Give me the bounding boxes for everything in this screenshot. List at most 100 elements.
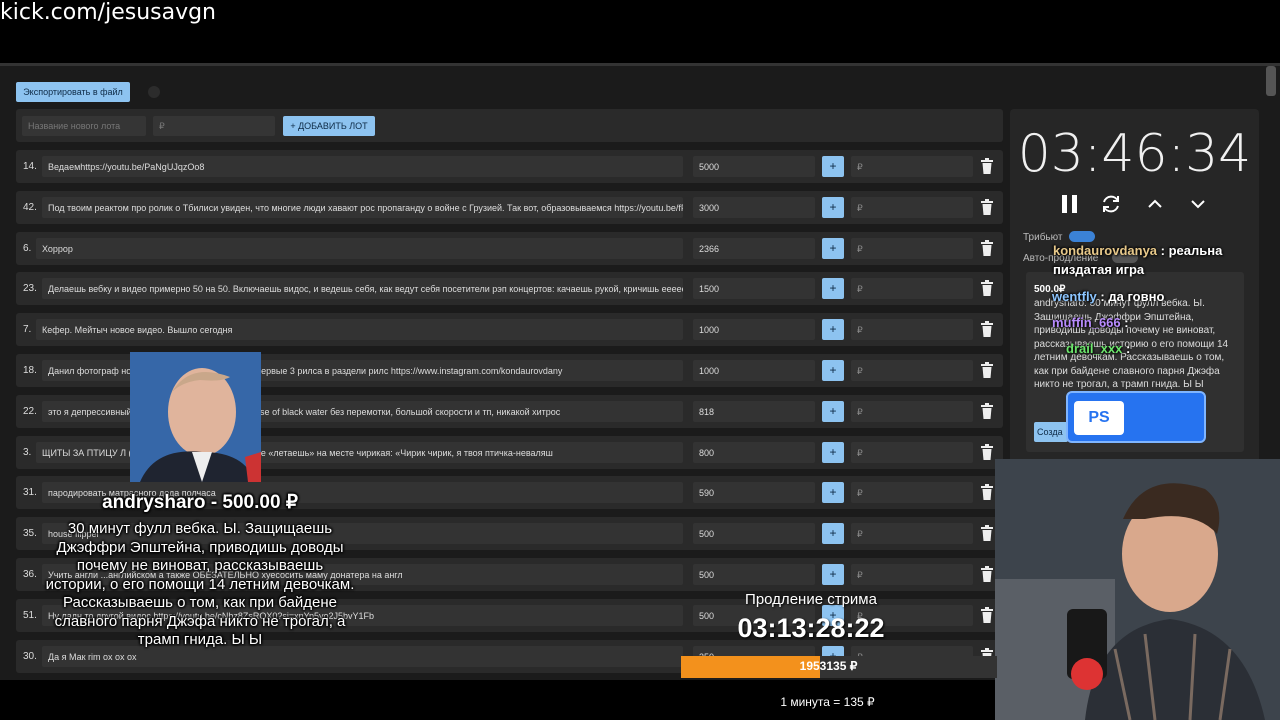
chat-message: drail_xxx : [1066,341,1130,356]
extension-label: Продление стрима [745,591,877,608]
trash-icon[interactable] [981,444,993,460]
webcam-feed [995,459,1280,720]
donation-alert: andrysharo - 500.00 ₽ 30 минут фулл вебк… [45,491,355,650]
chat-message: kondaurovdanya : реальна пиздатая игра [1053,241,1253,279]
lot-title-input[interactable]: Ведаемhttps://youtu.be/PaNgUJqzOo8 [42,156,683,177]
chat-text: : [1122,341,1131,356]
lot-number: 35. [23,528,37,539]
new-lot-amount-input[interactable]: ₽ [153,116,275,136]
lot-amount-input[interactable]: 800 [693,442,815,463]
lot-increment-input[interactable]: ₽ [851,482,973,503]
chat-username: drail_xxx [1066,341,1123,356]
trash-icon[interactable] [981,240,993,256]
lot-title-input[interactable]: Хоррор [36,238,683,259]
lot-number: 7. [23,324,32,335]
lot-number: 51. [23,610,37,621]
chat-message: muffin_666 : [1052,315,1129,330]
chat-username: kondaurovdanya [1053,243,1158,258]
stream-url-overlay: kick.com/jesusavgn [0,0,217,25]
lot-amount-input[interactable]: 818 [693,401,815,422]
create-button[interactable]: Созда [1034,422,1068,442]
lot-amount-input[interactable]: 500 [693,523,815,544]
lot-number: 42. [23,202,37,213]
add-amount-button[interactable]: + [822,360,844,381]
lot-amount-input[interactable]: 1000 [693,319,815,340]
lot-row: 42. Под твоим реактом про ролик о Тбилиси… [16,191,1003,224]
donation-image [130,352,261,482]
reset-icon[interactable] [1100,193,1122,215]
pause-icon[interactable] [1059,193,1081,215]
lot-increment-input[interactable]: ₽ [851,523,973,544]
trash-icon[interactable] [981,484,993,500]
lot-row: 14. Ведаемhttps://youtu.be/PaNgUJqzOo8 500… [16,150,1003,183]
add-amount-button[interactable]: + [822,278,844,299]
lot-title-input[interactable]: Под твоим реактом про ролик о Тбилиси ув… [42,197,683,218]
lot-amount-input[interactable]: 3000 [693,197,815,218]
lot-title-input[interactable]: Делаешь вебку и видео примерно 50 на 50.… [42,278,683,299]
lot-title-input[interactable]: Кефер. Мейтыч новое видео. Вышло сегодня [36,319,683,340]
trash-icon[interactable] [981,199,993,215]
chevron-up-icon[interactable] [1144,193,1166,215]
status-dot [148,86,160,98]
chevron-down-icon[interactable] [1187,193,1209,215]
trash-icon[interactable] [981,525,993,541]
add-amount-button[interactable]: + [822,319,844,340]
trash-icon[interactable] [981,362,993,378]
add-amount-button[interactable]: + [822,238,844,259]
lot-amount-input[interactable]: 1000 [693,360,815,381]
lot-increment-input[interactable]: ₽ [851,319,973,340]
extension-timer: 03:13:28:22 [737,613,885,643]
lot-row: 6. Хоррор 2366 + ₽ [16,232,1003,265]
chat-text: : [1120,315,1129,330]
donation-message: 30 минут фулл вебка. Ы. Защищаешь Джэффр… [45,520,355,648]
auction-timer: 03:46:34 [1017,124,1252,184]
lot-number: 36. [23,569,37,580]
extension-rate: 1 минута = 135 ₽ [780,695,875,709]
add-lot-button[interactable]: + ДОБАВИТЬ ЛОТ [283,116,375,136]
chat-username: wentfly [1052,289,1097,304]
add-amount-button[interactable]: + [822,523,844,544]
chat-text: : да говно [1096,289,1165,304]
trash-icon[interactable] [981,607,993,623]
new-lot-name-input[interactable]: Название нового лота [22,116,146,136]
add-amount-button[interactable]: + [822,156,844,177]
lot-row: 23. Делаешь вебку и видео примерно 50 на … [16,272,1003,305]
lot-amount-input[interactable]: 1500 [693,278,815,299]
trash-icon[interactable] [981,158,993,174]
lot-increment-input[interactable]: ₽ [851,197,973,218]
add-amount-button[interactable]: + [822,482,844,503]
add-amount-button[interactable]: + [822,564,844,585]
ps-badge: PS [1066,391,1206,443]
lot-row: 7. Кефер. Мейтыч новое видео. Вышло сегод… [16,313,1003,346]
add-amount-button[interactable]: + [822,401,844,422]
lot-number: 6. [23,243,32,254]
lot-increment-input[interactable]: ₽ [851,401,973,422]
trash-icon[interactable] [981,403,993,419]
lot-amount-input[interactable]: 5000 [693,156,815,177]
lot-amount-input[interactable]: 590 [693,482,815,503]
portrait-image [130,352,261,482]
extension-progress-bar: 1953135 ₽ [681,656,997,678]
lot-number: 30. [23,651,37,662]
lot-increment-input[interactable]: ₽ [851,238,973,259]
page-scrollbar[interactable] [1266,66,1276,96]
lot-number: 3. [23,447,32,458]
trash-icon[interactable] [981,566,993,582]
export-button[interactable]: Экспортировать в файл [16,82,130,102]
donation-name: andrysharo - 500.00 ₽ [102,492,298,513]
lot-amount-input[interactable]: 2366 [693,238,815,259]
trash-icon[interactable] [981,321,993,337]
chat-username: muffin_666 [1052,315,1121,330]
streamer-figure [995,459,1280,720]
add-amount-button[interactable]: + [822,442,844,463]
lot-increment-input[interactable]: ₽ [851,278,973,299]
lot-increment-input[interactable]: ₽ [851,156,973,177]
trash-icon[interactable] [981,280,993,296]
lot-increment-input[interactable]: ₽ [851,564,973,585]
lot-amount-input[interactable]: 500 [693,564,815,585]
lot-number: 22. [23,406,37,417]
lot-increment-input[interactable]: ₽ [851,442,973,463]
chat-message: wentfly : да говно [1052,289,1164,304]
add-amount-button[interactable]: + [822,197,844,218]
lot-increment-input[interactable]: ₽ [851,360,973,381]
